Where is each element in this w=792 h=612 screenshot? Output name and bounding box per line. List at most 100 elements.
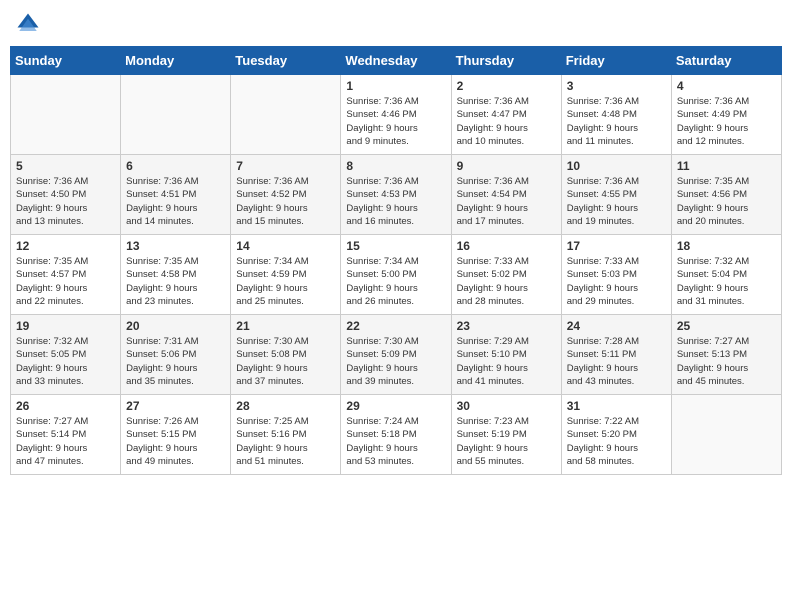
day-cell: 6Sunrise: 7:36 AM Sunset: 4:51 PM Daylig… — [121, 155, 231, 235]
day-number: 10 — [567, 159, 666, 173]
day-number: 15 — [346, 239, 445, 253]
day-cell: 20Sunrise: 7:31 AM Sunset: 5:06 PM Dayli… — [121, 315, 231, 395]
day-number: 23 — [457, 319, 556, 333]
logo — [14, 10, 44, 38]
weekday-header-wednesday: Wednesday — [341, 47, 451, 75]
day-info: Sunrise: 7:36 AM Sunset: 4:53 PM Dayligh… — [346, 175, 445, 228]
day-info: Sunrise: 7:36 AM Sunset: 4:52 PM Dayligh… — [236, 175, 335, 228]
day-number: 31 — [567, 399, 666, 413]
day-info: Sunrise: 7:36 AM Sunset: 4:50 PM Dayligh… — [16, 175, 115, 228]
day-cell: 25 Sunrise: 7:27 AM Sunset: 5:13 PM Dayli… — [671, 315, 781, 395]
day-number: 9 — [457, 159, 556, 173]
day-cell: 26Sunrise: 7:27 AM Sunset: 5:14 PM Dayli… — [11, 395, 121, 475]
day-cell — [231, 75, 341, 155]
day-number: 8 — [346, 159, 445, 173]
day-number: 17 — [567, 239, 666, 253]
day-info: Sunrise: 7:32 AM Sunset: 5:04 PM Dayligh… — [677, 255, 776, 308]
week-row-5: 26Sunrise: 7:27 AM Sunset: 5:14 PM Dayli… — [11, 395, 782, 475]
calendar: SundayMondayTuesdayWednesdayThursdayFrid… — [10, 46, 782, 475]
header — [10, 10, 782, 38]
day-number: 28 — [236, 399, 335, 413]
day-info: Sunrise: 7:35 AM Sunset: 4:56 PM Dayligh… — [677, 175, 776, 228]
day-cell — [671, 395, 781, 475]
day-info: Sunrise: 7:36 AM Sunset: 4:49 PM Dayligh… — [677, 95, 776, 148]
day-cell — [11, 75, 121, 155]
day-cell: 22 Sunrise: 7:30 AM Sunset: 5:09 PM Dayli… — [341, 315, 451, 395]
week-row-1: 1 Sunrise: 7:36 AM Sunset: 4:46 PM Daylig… — [11, 75, 782, 155]
day-number: 1 — [346, 79, 445, 93]
day-cell: 5 Sunrise: 7:36 AM Sunset: 4:50 PM Daylig… — [11, 155, 121, 235]
day-info: Sunrise: 7:26 AM Sunset: 5:15 PM Dayligh… — [126, 415, 225, 468]
day-cell: 30 Sunrise: 7:23 AM Sunset: 5:19 PM Dayli… — [451, 395, 561, 475]
day-number: 30 — [457, 399, 556, 413]
day-number: 27 — [126, 399, 225, 413]
day-number: 20 — [126, 319, 225, 333]
day-info: Sunrise: 7:28 AM Sunset: 5:11 PM Dayligh… — [567, 335, 666, 388]
day-cell: 17 Sunrise: 7:33 AM Sunset: 5:03 PM Dayli… — [561, 235, 671, 315]
day-cell: 16 Sunrise: 7:33 AM Sunset: 5:02 PM Dayli… — [451, 235, 561, 315]
day-cell — [121, 75, 231, 155]
day-cell: 1 Sunrise: 7:36 AM Sunset: 4:46 PM Daylig… — [341, 75, 451, 155]
day-number: 16 — [457, 239, 556, 253]
day-info: Sunrise: 7:36 AM Sunset: 4:54 PM Dayligh… — [457, 175, 556, 228]
day-info: Sunrise: 7:36 AM Sunset: 4:48 PM Dayligh… — [567, 95, 666, 148]
day-info: Sunrise: 7:34 AM Sunset: 5:00 PM Dayligh… — [346, 255, 445, 308]
day-info: Sunrise: 7:25 AM Sunset: 5:16 PM Dayligh… — [236, 415, 335, 468]
day-number: 7 — [236, 159, 335, 173]
weekday-header-friday: Friday — [561, 47, 671, 75]
day-info: Sunrise: 7:36 AM Sunset: 4:55 PM Dayligh… — [567, 175, 666, 228]
day-cell: 3Sunrise: 7:36 AM Sunset: 4:48 PM Daylig… — [561, 75, 671, 155]
day-cell: 29Sunrise: 7:24 AM Sunset: 5:18 PM Dayli… — [341, 395, 451, 475]
day-number: 14 — [236, 239, 335, 253]
day-number: 12 — [16, 239, 115, 253]
weekday-header-thursday: Thursday — [451, 47, 561, 75]
day-info: Sunrise: 7:29 AM Sunset: 5:10 PM Dayligh… — [457, 335, 556, 388]
day-info: Sunrise: 7:33 AM Sunset: 5:03 PM Dayligh… — [567, 255, 666, 308]
day-number: 2 — [457, 79, 556, 93]
day-number: 13 — [126, 239, 225, 253]
day-info: Sunrise: 7:35 AM Sunset: 4:57 PM Dayligh… — [16, 255, 115, 308]
day-cell: 7 Sunrise: 7:36 AM Sunset: 4:52 PM Daylig… — [231, 155, 341, 235]
day-cell: 10 Sunrise: 7:36 AM Sunset: 4:55 PM Dayli… — [561, 155, 671, 235]
day-cell: 18 Sunrise: 7:32 AM Sunset: 5:04 PM Dayli… — [671, 235, 781, 315]
day-number: 24 — [567, 319, 666, 333]
weekday-header-saturday: Saturday — [671, 47, 781, 75]
day-info: Sunrise: 7:35 AM Sunset: 4:58 PM Dayligh… — [126, 255, 225, 308]
day-cell: 28 Sunrise: 7:25 AM Sunset: 5:16 PM Dayli… — [231, 395, 341, 475]
day-number: 18 — [677, 239, 776, 253]
day-cell: 9 Sunrise: 7:36 AM Sunset: 4:54 PM Daylig… — [451, 155, 561, 235]
day-cell: 14 Sunrise: 7:34 AM Sunset: 4:59 PM Dayli… — [231, 235, 341, 315]
day-info: Sunrise: 7:30 AM Sunset: 5:09 PM Dayligh… — [346, 335, 445, 388]
day-number: 26 — [16, 399, 115, 413]
day-number: 21 — [236, 319, 335, 333]
day-cell: 21 Sunrise: 7:30 AM Sunset: 5:08 PM Dayli… — [231, 315, 341, 395]
day-info: Sunrise: 7:22 AM Sunset: 5:20 PM Dayligh… — [567, 415, 666, 468]
day-number: 19 — [16, 319, 115, 333]
day-cell: 11Sunrise: 7:35 AM Sunset: 4:56 PM Dayli… — [671, 155, 781, 235]
day-info: Sunrise: 7:36 AM Sunset: 4:47 PM Dayligh… — [457, 95, 556, 148]
day-number: 25 — [677, 319, 776, 333]
day-info: Sunrise: 7:27 AM Sunset: 5:13 PM Dayligh… — [677, 335, 776, 388]
day-cell: 15 Sunrise: 7:34 AM Sunset: 5:00 PM Dayli… — [341, 235, 451, 315]
day-info: Sunrise: 7:24 AM Sunset: 5:18 PM Dayligh… — [346, 415, 445, 468]
day-info: Sunrise: 7:36 AM Sunset: 4:51 PM Dayligh… — [126, 175, 225, 228]
day-info: Sunrise: 7:36 AM Sunset: 4:46 PM Dayligh… — [346, 95, 445, 148]
day-cell: 19 Sunrise: 7:32 AM Sunset: 5:05 PM Dayli… — [11, 315, 121, 395]
day-info: Sunrise: 7:23 AM Sunset: 5:19 PM Dayligh… — [457, 415, 556, 468]
day-cell: 4 Sunrise: 7:36 AM Sunset: 4:49 PM Daylig… — [671, 75, 781, 155]
weekday-header-monday: Monday — [121, 47, 231, 75]
day-info: Sunrise: 7:30 AM Sunset: 5:08 PM Dayligh… — [236, 335, 335, 388]
day-number: 5 — [16, 159, 115, 173]
day-cell: 23 Sunrise: 7:29 AM Sunset: 5:10 PM Dayli… — [451, 315, 561, 395]
day-cell: 27 Sunrise: 7:26 AM Sunset: 5:15 PM Dayli… — [121, 395, 231, 475]
logo-icon — [14, 10, 42, 38]
day-info: Sunrise: 7:34 AM Sunset: 4:59 PM Dayligh… — [236, 255, 335, 308]
day-info: Sunrise: 7:32 AM Sunset: 5:05 PM Dayligh… — [16, 335, 115, 388]
weekday-header-sunday: Sunday — [11, 47, 121, 75]
week-row-2: 5 Sunrise: 7:36 AM Sunset: 4:50 PM Daylig… — [11, 155, 782, 235]
day-cell: 13 Sunrise: 7:35 AM Sunset: 4:58 PM Dayli… — [121, 235, 231, 315]
day-number: 22 — [346, 319, 445, 333]
day-number: 4 — [677, 79, 776, 93]
week-row-3: 12 Sunrise: 7:35 AM Sunset: 4:57 PM Dayli… — [11, 235, 782, 315]
day-info: Sunrise: 7:33 AM Sunset: 5:02 PM Dayligh… — [457, 255, 556, 308]
